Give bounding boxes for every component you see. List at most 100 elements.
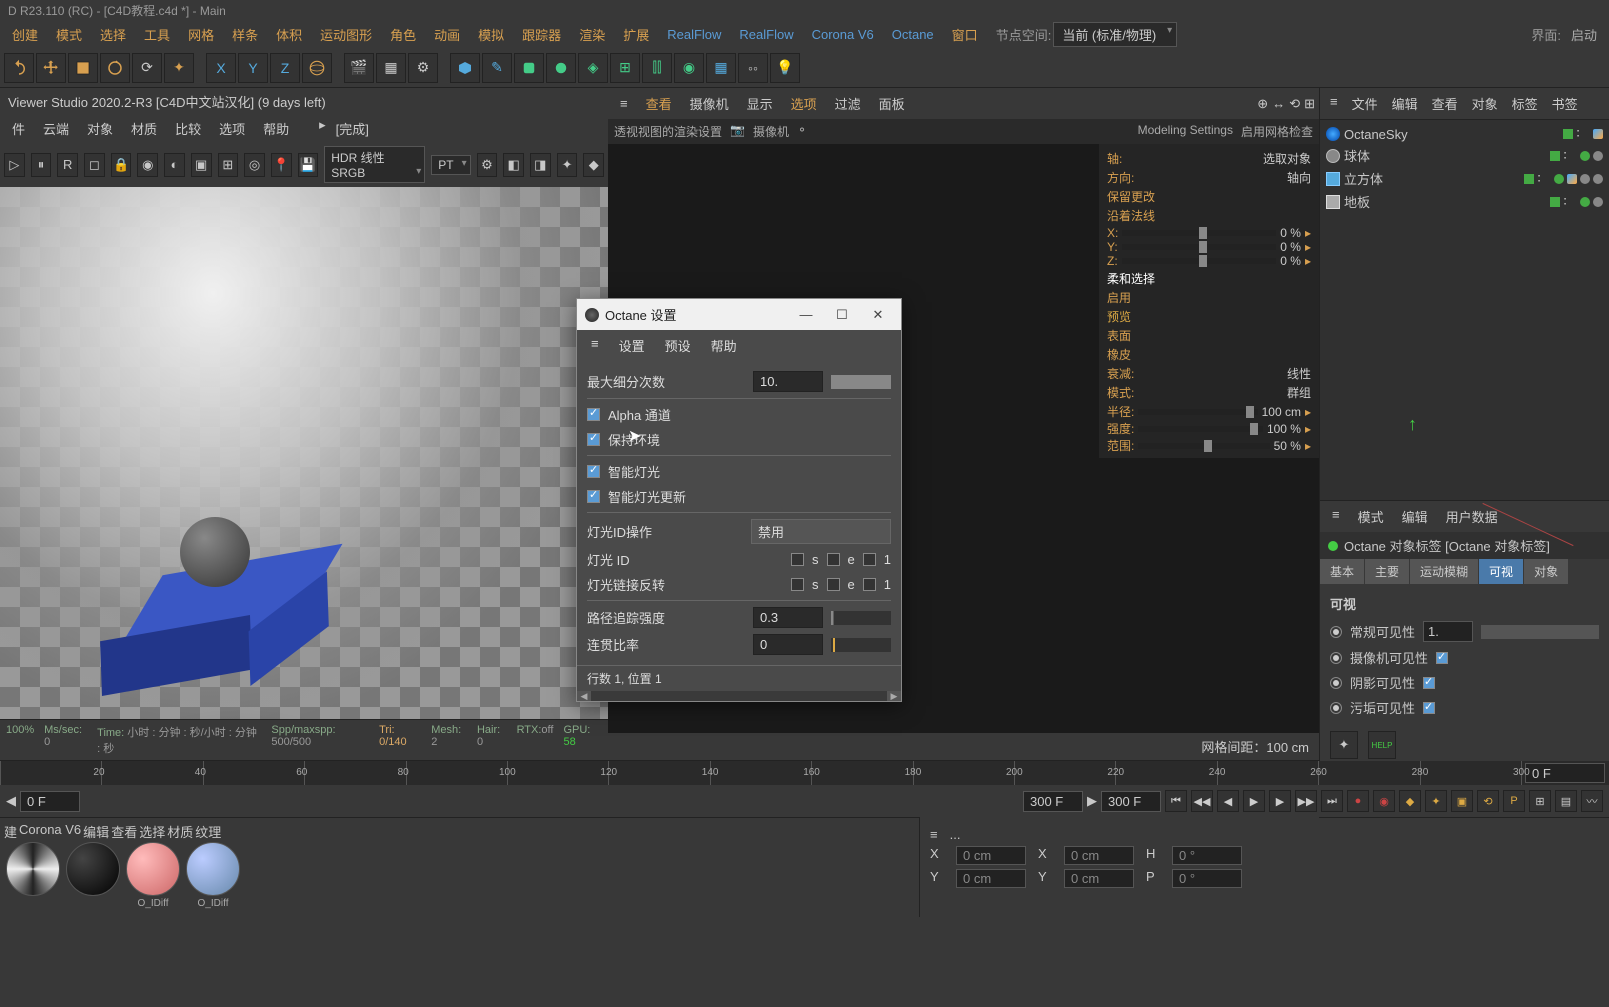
menu-select[interactable]: 选择: [92, 21, 134, 48]
axis-y-toggle[interactable]: Y: [238, 53, 268, 83]
vp-misc-icon[interactable]: ⚬: [797, 123, 807, 140]
smart-light-update-checkbox[interactable]: [587, 490, 600, 503]
phong-tag-icon[interactable]: [1580, 174, 1590, 184]
material-tag-icon[interactable]: [1567, 174, 1577, 184]
menu-mode[interactable]: 模式: [48, 21, 90, 48]
light-id-s-checkbox[interactable]: [791, 553, 804, 566]
cam-vis-checkbox[interactable]: [1436, 652, 1448, 664]
ruler-value-field[interactable]: 0 F: [1525, 763, 1605, 783]
om-object[interactable]: 对象: [1466, 92, 1504, 115]
tool-crosshair[interactable]: ✦: [164, 53, 194, 83]
axis-z-toggle[interactable]: Z: [270, 53, 300, 83]
dirt-vis-radio[interactable]: [1330, 702, 1342, 714]
viewer-menu-cloud[interactable]: 云端: [35, 117, 77, 140]
tool-rotate[interactable]: [100, 53, 130, 83]
tab-main[interactable]: 主要: [1365, 559, 1409, 584]
path-strength-slider[interactable]: [831, 611, 891, 625]
object-tree[interactable]: OctaneSky ∶ 球体 ∶ 立方体 ∶ 地板 ∶: [1320, 120, 1609, 500]
menu-extensions[interactable]: 扩展: [615, 21, 657, 48]
mat-menu-corona[interactable]: Corona V6: [19, 822, 81, 841]
menu-octane[interactable]: Octane: [884, 23, 942, 46]
vis-toggle[interactable]: [1550, 197, 1560, 207]
layout-value[interactable]: 启动: [1563, 21, 1605, 48]
mat-menu-texture[interactable]: 纹理: [195, 822, 221, 841]
material-tag-icon[interactable]: [1593, 151, 1603, 161]
prim-light-icon[interactable]: ◦◦: [738, 53, 768, 83]
obj-octanesky[interactable]: OctaneSky ∶: [1326, 124, 1603, 144]
render-viewport[interactable]: [0, 187, 608, 719]
autokey-button[interactable]: ◉: [1373, 790, 1395, 812]
dlg-menu-help[interactable]: 帮助: [703, 334, 745, 357]
node-space-dropdown[interactable]: 当前 (标准/物理): [1053, 22, 1177, 47]
om-file[interactable]: 文件: [1346, 92, 1384, 115]
om-edit[interactable]: 编辑: [1386, 92, 1424, 115]
dlg-menu-settings[interactable]: 设置: [611, 334, 653, 357]
dopesheet-button[interactable]: ▤: [1555, 790, 1577, 812]
vt-pause-icon[interactable]: ⏸: [31, 153, 52, 177]
prim-camera-icon[interactable]: ◉: [674, 53, 704, 83]
obj-floor[interactable]: 地板 ∶: [1326, 190, 1603, 213]
vt-save-icon[interactable]: 💾: [298, 153, 319, 177]
render-view-icon[interactable]: 🎬: [344, 53, 374, 83]
vt-settings-icon[interactable]: ⚙: [477, 153, 498, 177]
vp-menu-camera[interactable]: 摄像机: [682, 90, 737, 117]
menu-render[interactable]: 渲染: [571, 21, 613, 48]
menu-simulate[interactable]: 模拟: [470, 21, 512, 48]
timeline-start-input[interactable]: 0 F: [20, 791, 80, 812]
vt-denoise-icon[interactable]: ✦: [557, 153, 578, 177]
modeling-x-slider[interactable]: [1122, 230, 1276, 236]
light-link-e-checkbox[interactable]: [827, 578, 840, 591]
timeline-start-handle[interactable]: ◀: [6, 793, 16, 809]
menu-tools[interactable]: 工具: [136, 21, 178, 48]
vt-reload-icon[interactable]: R: [57, 153, 78, 177]
menu-spline[interactable]: 样条: [224, 21, 266, 48]
gizmo-y-axis[interactable]: ↑: [1408, 414, 1417, 435]
vp-nav-2-icon[interactable]: ↔: [1272, 96, 1285, 112]
tab-motion-blur[interactable]: 运动模糊: [1410, 559, 1478, 584]
prim-scene-icon[interactable]: ⫿⫿: [642, 53, 672, 83]
range-slider[interactable]: [1138, 443, 1269, 449]
viewer-menu-file[interactable]: 件: [4, 117, 33, 140]
material-slot-3[interactable]: O_IDiff: [126, 842, 180, 913]
menu-character[interactable]: 角色: [382, 21, 424, 48]
menu-mograph[interactable]: 运动图形: [312, 21, 380, 48]
vp-nav-3-icon[interactable]: ⟲: [1289, 96, 1300, 112]
strength-slider[interactable]: [1138, 426, 1263, 432]
light-id-op-select[interactable]: 禁用: [751, 519, 891, 544]
key-rot-button[interactable]: ⟲: [1477, 790, 1499, 812]
next-key-button[interactable]: ▶▶: [1295, 790, 1317, 812]
radius-slider[interactable]: [1138, 409, 1257, 415]
menu-mesh[interactable]: 网格: [180, 21, 222, 48]
prim-nurbs-icon[interactable]: [514, 53, 544, 83]
dlg-hamburger-icon[interactable]: ≡: [583, 334, 607, 357]
tab-visibility[interactable]: 可视: [1479, 559, 1523, 584]
attr-icon-1[interactable]: ✦: [1330, 731, 1358, 759]
dirt-vis-checkbox[interactable]: [1423, 702, 1435, 714]
coherence-input[interactable]: 0: [753, 634, 823, 655]
obj-sphere[interactable]: 球体 ∶: [1326, 144, 1603, 167]
viewer-menu-compare[interactable]: 比较: [167, 117, 209, 140]
color-space-select[interactable]: HDR 线性 SRGB: [324, 146, 425, 183]
axis-x-toggle[interactable]: X: [206, 53, 236, 83]
key-scale-button[interactable]: ▣: [1451, 790, 1473, 812]
mat-menu-material[interactable]: 材质: [167, 822, 193, 841]
om-hamburger-icon[interactable]: ≡: [1324, 92, 1344, 115]
pos-y-input[interactable]: 0 cm: [956, 869, 1026, 888]
mat-menu-create[interactable]: 建: [4, 822, 17, 841]
shadow-vis-checkbox[interactable]: [1423, 677, 1435, 689]
smart-light-checkbox[interactable]: [587, 465, 600, 478]
light-id-1-checkbox[interactable]: [863, 553, 876, 566]
next-frame-button[interactable]: ▶: [1269, 790, 1291, 812]
timeline-end-input[interactable]: 300 F: [1023, 791, 1083, 812]
render-region-icon[interactable]: ▦: [376, 53, 406, 83]
tool-last[interactable]: ⟳: [132, 53, 162, 83]
vt-aov-icon[interactable]: ◧: [503, 153, 524, 177]
viewer-menu-material[interactable]: 材质: [123, 117, 165, 140]
maximize-button[interactable]: ☐: [827, 307, 857, 323]
vp-menu-view[interactable]: 查看: [638, 90, 680, 117]
menu-volume[interactable]: 体积: [268, 21, 310, 48]
prev-frame-button[interactable]: ◀: [1217, 790, 1239, 812]
am-mode[interactable]: 模式: [1350, 505, 1392, 528]
coord-hamburger-icon[interactable]: ≡: [930, 827, 938, 842]
vt-clay-icon[interactable]: ◐: [164, 153, 185, 177]
